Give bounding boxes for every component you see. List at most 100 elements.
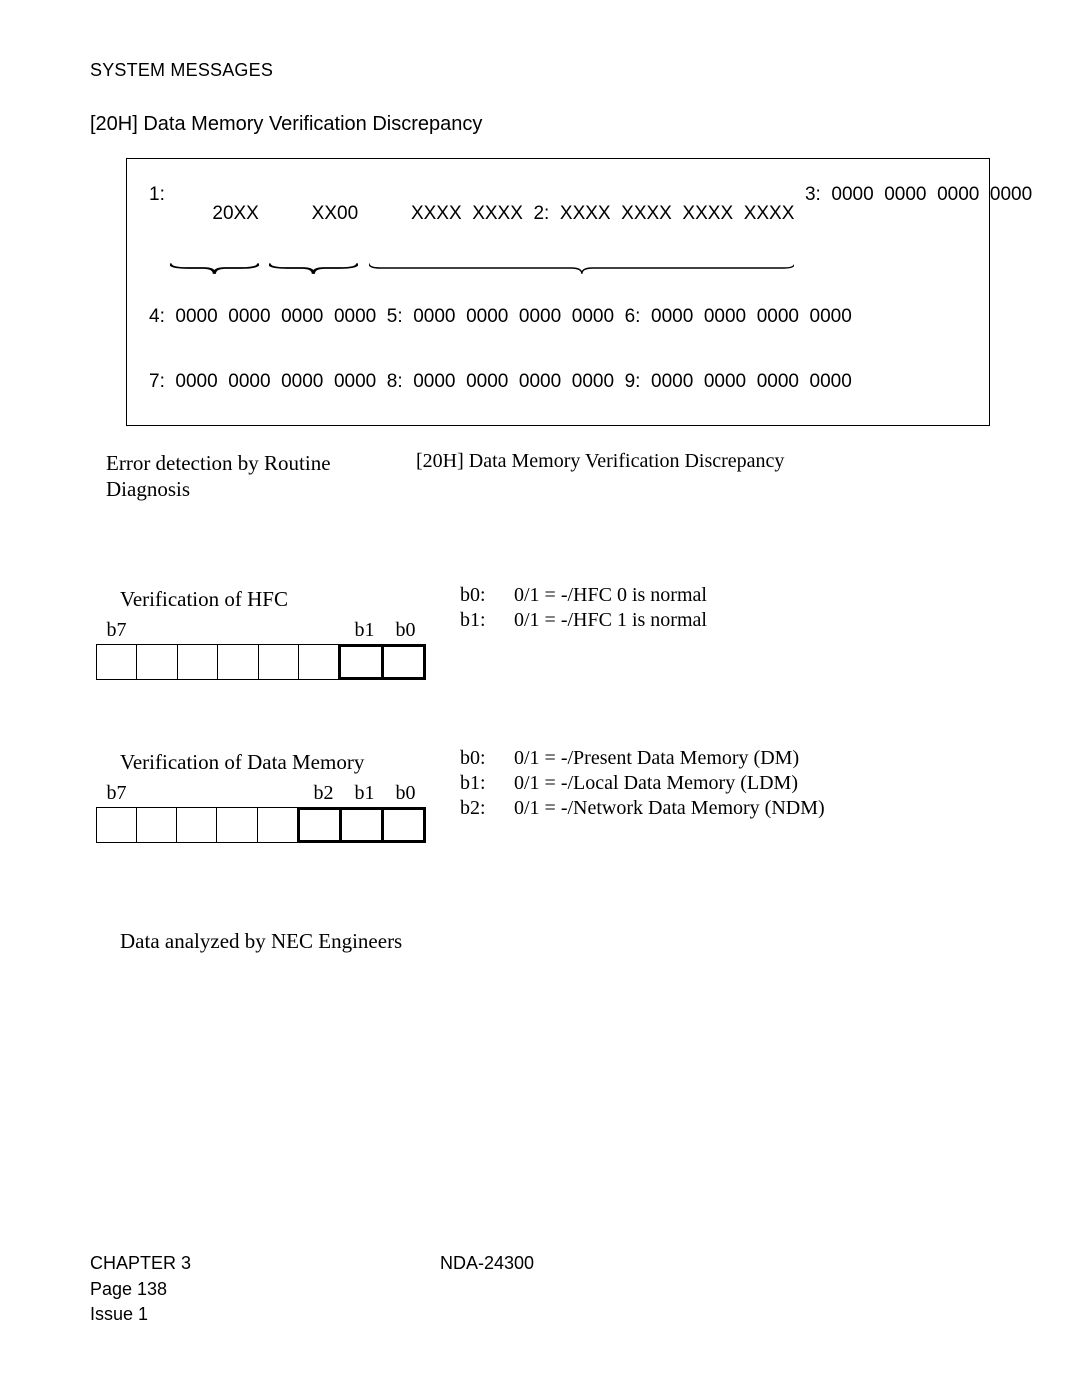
dump-hex: 0000 — [572, 307, 614, 326]
bit-label: b2 — [303, 782, 344, 805]
dump-hex: XXXX — [744, 203, 795, 224]
footer-issue: Issue 1 — [90, 1302, 440, 1327]
dump-hex: XXXX — [682, 203, 733, 224]
dump-hex: 0000 — [228, 372, 270, 391]
bit-label: b0 — [385, 619, 426, 642]
dump-word-group: XXXX XXXX 2: XXXX XXXX XXXX XXXX — [369, 185, 795, 261]
bit-cell — [178, 645, 218, 679]
section-title: Verification of HFC — [120, 587, 426, 612]
def-val: 0/1 = -/HFC 0 is normal — [514, 583, 707, 608]
bit-cell — [259, 645, 299, 679]
dump-hex: 0000 — [810, 307, 852, 326]
dump-label: 7: — [149, 372, 165, 391]
dump-hex: 0000 — [466, 372, 508, 391]
brace-icon — [170, 261, 259, 275]
dump-hex: 0000 — [704, 372, 746, 391]
brace-icon — [369, 261, 795, 275]
dump-hex: 0000 — [757, 307, 799, 326]
dump-hex: 0000 — [810, 372, 852, 391]
byte-diagram — [96, 807, 426, 843]
dump-hex: XXXX — [472, 203, 523, 224]
dump-label: 2: — [533, 203, 549, 224]
def-key: b1: — [460, 771, 494, 796]
footer-page: Page 138 — [90, 1277, 440, 1302]
byte-diagram — [96, 644, 426, 680]
bit-label: b7 — [96, 619, 137, 642]
dump-label: 6: — [625, 307, 641, 326]
dump-hex: 0000 — [413, 307, 455, 326]
dump-hex: 0000 — [175, 307, 217, 326]
bit-label: b0 — [385, 782, 426, 805]
caption-row: Error detection by Routine Diagnosis [20… — [106, 450, 990, 503]
bit-cell — [339, 807, 384, 843]
dump-word: XX00 — [269, 185, 358, 261]
dump-hex: 0000 — [884, 185, 926, 261]
bit-cell — [297, 807, 342, 843]
dump-hex: 0000 — [572, 372, 614, 391]
dump-label: 1: — [149, 185, 165, 261]
dump-hex: XX00 — [312, 203, 358, 224]
bit-cell — [299, 645, 339, 679]
bit-cell — [381, 644, 426, 680]
def-val: 0/1 = -/Network Data Memory (NDM) — [514, 796, 825, 821]
footer-doc: NDA-24300 — [440, 1251, 534, 1327]
bit-cell — [258, 808, 298, 842]
bit-label: b1 — [344, 782, 385, 805]
page-footer: CHAPTER 3 Page 138 Issue 1 NDA-24300 — [90, 1251, 990, 1327]
dump-hex: 0000 — [937, 185, 979, 261]
bit-definitions: b0: 0/1 = -/Present Data Memory (DM) b1: 0… — [460, 746, 825, 821]
bit-label: b1 — [344, 619, 385, 642]
dump-hex: 20XX — [212, 203, 258, 224]
dump-row: 1: 20XX XX00 XXXX XXXX 2: XXXX XXXX XXXX… — [149, 185, 967, 261]
analysis-note: Data analyzed by NEC Engineers — [120, 929, 990, 954]
dump-label: 3: — [805, 185, 821, 261]
dump-hex: 0000 — [334, 307, 376, 326]
bit-definitions: b0:0/1 = -/HFC 0 is normal b1:0/1 = -/HF… — [460, 583, 707, 633]
dump-label: 5: — [387, 307, 403, 326]
caption-left: Error detection by Routine Diagnosis — [106, 450, 416, 503]
dump-hex: XXXX — [621, 203, 672, 224]
bit-cell — [137, 808, 177, 842]
dump-hex: 0000 — [466, 307, 508, 326]
dump-word: 20XX — [170, 185, 259, 261]
def-key: b1: — [460, 608, 494, 633]
hex-dump-box: 1: 20XX XX00 XXXX XXXX 2: XXXX XXXX XXXX… — [126, 158, 990, 426]
def-val: 0/1 = -/HFC 1 is normal — [514, 608, 707, 633]
bit-cell — [217, 808, 257, 842]
caption-right: [20H] Data Memory Verification Discrepan… — [416, 450, 784, 503]
dump-hex: 0000 — [990, 185, 1032, 261]
hfc-section: Verification of HFC b7 b1 b0 — [96, 587, 990, 680]
section-title: Verification of Data Memory — [120, 750, 426, 775]
def-val: 0/1 = -/Local Data Memory (LDM) — [514, 771, 798, 796]
dump-label: 4: — [149, 307, 165, 326]
dump-hex: 0000 — [519, 372, 561, 391]
dump-hex: 0000 — [651, 307, 693, 326]
brace-icon — [269, 261, 358, 275]
bit-cell — [338, 644, 383, 680]
def-key: b0: — [460, 746, 494, 771]
dump-hex: 0000 — [413, 372, 455, 391]
bit-label: b7 — [96, 782, 137, 805]
dump-hex: 0000 — [757, 372, 799, 391]
page-title: [20H] Data Memory Verification Discrepan… — [90, 113, 990, 136]
bit-cell — [97, 645, 137, 679]
dump-hex: XXXX — [560, 203, 611, 224]
dump-hex: 0000 — [704, 307, 746, 326]
dump-hex: 0000 — [281, 307, 323, 326]
dm-section: Verification of Data Memory b7 b2 b1 b0 — [96, 750, 990, 843]
def-val: 0/1 = -/Present Data Memory (DM) — [514, 746, 799, 771]
dump-hex: 0000 — [228, 307, 270, 326]
bit-cell — [177, 808, 217, 842]
footer-chapter: CHAPTER 3 — [90, 1251, 440, 1276]
running-header: SYSTEM MESSAGES — [90, 60, 990, 81]
bit-cell — [97, 808, 137, 842]
bit-cell — [381, 807, 426, 843]
bit-cell — [137, 645, 177, 679]
dump-hex: 0000 — [519, 307, 561, 326]
dump-hex: XXXX — [411, 203, 462, 224]
dump-hex: 0000 — [281, 372, 323, 391]
dump-row: 4: 0000 0000 0000 0000 5: 0000 0000 0000… — [149, 307, 967, 326]
dump-hex: 0000 — [831, 185, 873, 261]
dump-label: 8: — [387, 372, 403, 391]
dump-row: 7: 0000 0000 0000 0000 8: 0000 0000 0000… — [149, 372, 967, 391]
